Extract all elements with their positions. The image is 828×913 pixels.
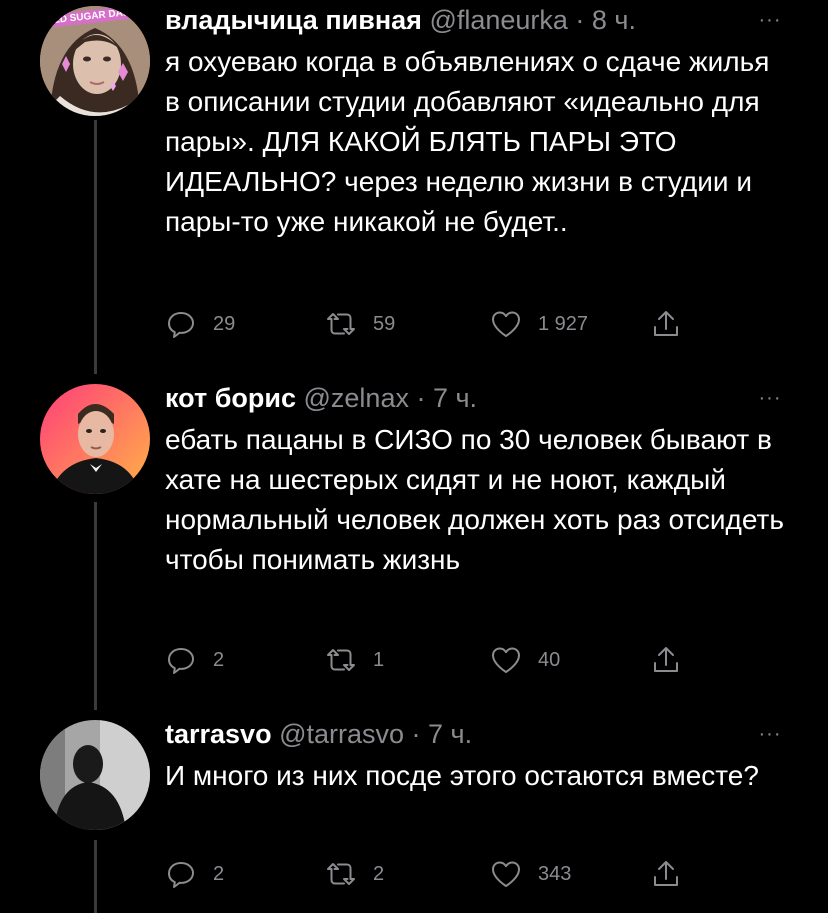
heart-icon (492, 861, 520, 887)
like-count: 40 (538, 648, 561, 671)
reply-icon (168, 648, 194, 674)
retweet-button[interactable]: 1 (325, 642, 384, 678)
like-count: 343 (538, 862, 572, 885)
reply-icon (168, 312, 194, 338)
share-icon (654, 311, 678, 336)
tweet-text: я охуеваю когда в объявлениях о сдаче жи… (165, 46, 770, 237)
reply-count: 2 (213, 862, 225, 885)
tweet-text: И много из них посде этого остаются вмес… (165, 760, 759, 791)
tweet-header: кот борис @zelnax · 7 ч. (165, 381, 477, 415)
reply-icon (168, 862, 194, 888)
user-photo-icon (40, 720, 150, 830)
more-options-icon[interactable]: ··· (750, 388, 790, 408)
retweet-button[interactable]: 2 (325, 856, 384, 892)
handle-and-time: @flaneurka · 8 ч. (429, 5, 636, 35)
retweet-icon (327, 649, 355, 671)
avatar[interactable] (40, 720, 150, 830)
tweet-actions: 2 2 343 (165, 856, 765, 892)
tweet-header: tarrasvo @tarrasvo · 7 ч. (165, 717, 472, 751)
reply-count: 29 (213, 312, 236, 335)
reply-button[interactable]: 2 (165, 856, 224, 892)
more-options-icon[interactable]: ··· (750, 724, 790, 744)
author-name[interactable]: владычица пивная (165, 5, 422, 35)
retweet-count: 2 (373, 862, 385, 885)
author-name[interactable]: кот борис (165, 383, 296, 413)
share-icon (654, 647, 678, 672)
share-icon (654, 861, 678, 886)
handle-and-time: @zelnax · 7 ч. (303, 383, 478, 413)
author-name[interactable]: tarrasvo (165, 719, 272, 749)
heart-icon (492, 647, 520, 673)
more-options-icon[interactable]: ··· (750, 10, 790, 30)
tweet-header: владычица пивная @flaneurka · 8 ч. (165, 3, 636, 37)
share-button[interactable] (650, 856, 698, 892)
reply-button[interactable]: 29 (165, 306, 235, 342)
handle-and-time: @tarrasvo · 7 ч. (279, 719, 473, 749)
retweet-button[interactable]: 59 (325, 306, 395, 342)
like-button[interactable]: 40 (490, 642, 560, 678)
like-count: 1 927 (538, 312, 589, 335)
tweet[interactable]: кот борис @zelnax · 7 ч. ··· ебать пацан… (0, 376, 828, 706)
tweet[interactable]: ED SUGAR DAD владычица пивная @flaneurka… (0, 0, 828, 370)
avatar[interactable]: ED SUGAR DAD (40, 6, 150, 116)
retweet-icon (327, 313, 355, 335)
reply-button[interactable]: 2 (165, 642, 224, 678)
tweet-text: ебать пацаны в СИЗО по 30 человек бывают… (165, 424, 784, 575)
user-photo-icon (40, 384, 150, 494)
reply-count: 2 (213, 648, 225, 671)
tweet-actions: 2 1 40 (165, 642, 765, 678)
avatar[interactable] (40, 384, 150, 494)
share-button[interactable] (650, 306, 698, 342)
retweet-icon (327, 863, 355, 885)
share-button[interactable] (650, 642, 698, 678)
like-button[interactable]: 343 (490, 856, 571, 892)
tweet[interactable]: tarrasvo @tarrasvo · 7 ч. ··· И много из… (0, 712, 828, 913)
tweet-actions: 29 59 1 927 (165, 306, 765, 342)
heart-icon (492, 311, 520, 337)
retweet-count: 59 (373, 312, 396, 335)
like-button[interactable]: 1 927 (490, 306, 588, 342)
retweet-count: 1 (373, 648, 385, 671)
